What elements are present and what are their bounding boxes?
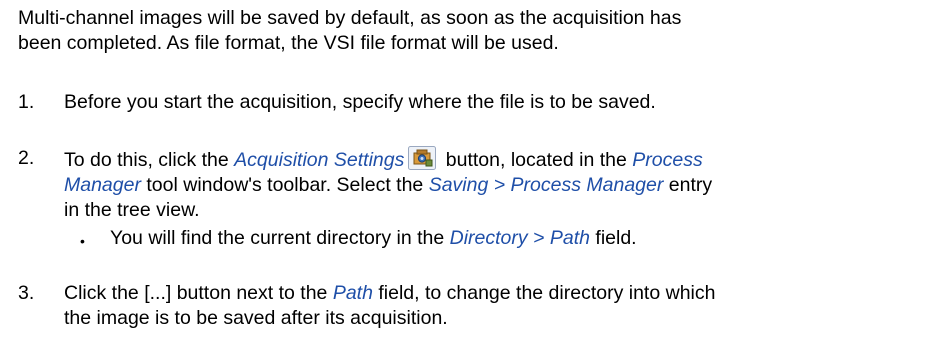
saving-process-manager-term: Saving > Process Manager: [428, 174, 664, 196]
step-3-number: 3.: [18, 282, 35, 304]
step-3-text: Click the [...] button next to the Path …: [64, 281, 948, 331]
step-2-subitem: You will find the current directory in t…: [110, 226, 940, 251]
acquisition-settings-icon[interactable]: [408, 146, 437, 170]
step-2-number: 2.: [18, 147, 35, 169]
intro-line-2: been completed. As file format, the VSI …: [18, 32, 559, 54]
step-2-text-part: To do this, click the: [64, 149, 235, 171]
step-3-text-part: field, to change the directory into whic…: [372, 282, 716, 304]
process-term-part2: Manager: [64, 174, 141, 196]
acquisition-settings-term: Acquisition Settings: [234, 149, 405, 171]
bullet-icon: •: [80, 233, 85, 249]
step-3-text-part: the image is to be saved after its acqui…: [64, 307, 448, 329]
path-term: Path: [332, 282, 373, 304]
subitem-text-part: You will find the current directory in t…: [110, 227, 450, 249]
step-1-number: 1.: [18, 91, 35, 113]
document-page: Multi-channel images will be saved by de…: [0, 0, 952, 347]
step-1-line: Before you start the acquisition, specif…: [64, 91, 656, 113]
step-1-text: Before you start the acquisition, specif…: [64, 90, 948, 115]
intro-paragraph: Multi-channel images will be saved by de…: [18, 6, 948, 56]
step-2-text-part: button, located in the: [440, 149, 633, 171]
directory-path-term: Directory > Path: [449, 227, 590, 249]
step-2-text: To do this, click the Acquisition Settin…: [64, 146, 948, 223]
step-2-text-part: entry: [663, 174, 713, 196]
subitem-text-part: field.: [589, 227, 637, 249]
intro-line-1: Multi-channel images will be saved by de…: [18, 7, 682, 29]
step-2-text-part: in the tree view.: [64, 199, 200, 221]
process-term-part1: Process: [632, 149, 703, 171]
step-3-text-part: Click the [...] button next to the: [64, 282, 333, 304]
step-2-text-part: tool window's toolbar. Select the: [140, 174, 429, 196]
